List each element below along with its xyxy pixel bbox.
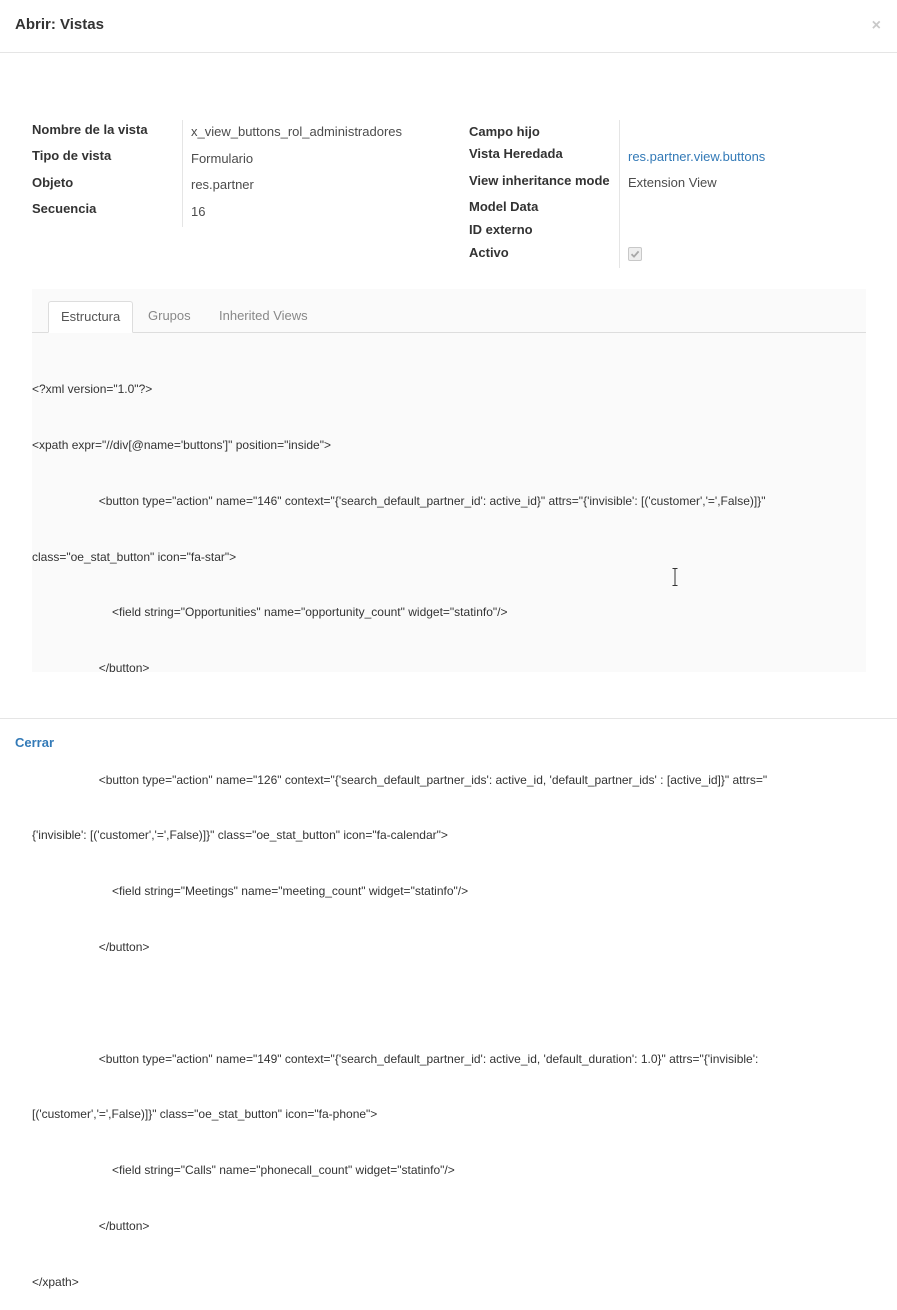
code-line: <field string="Opportunities" name="oppo… — [32, 605, 508, 620]
tab-estructura[interactable]: Estructura — [48, 301, 134, 333]
object-value[interactable]: res.partner — [191, 177, 254, 192]
tab-grupos[interactable]: Grupos — [136, 301, 203, 332]
code-line: </button> — [32, 661, 150, 676]
text-cursor-icon — [672, 568, 678, 586]
code-line: <button type="action" name="126" context… — [32, 772, 768, 787]
inherited-view-label: Vista Heredada — [469, 146, 563, 161]
code-line: class="oe_stat_button" icon="fa-star"> — [32, 549, 237, 564]
right-group-divider — [619, 120, 620, 268]
external-id-label: ID externo — [469, 222, 533, 237]
active-label: Activo — [469, 245, 509, 260]
code-line: </button> — [32, 940, 150, 954]
code-line: <field string="Meetings" name="meeting_c… — [32, 884, 469, 899]
code-line: <button type="action" name="146" context… — [32, 493, 766, 508]
modal-header: Abrir: Vistas × — [0, 0, 897, 53]
close-button[interactable]: Cerrar — [15, 735, 54, 750]
code-line: <button type="action" name="149" context… — [32, 1051, 759, 1066]
model-data-label: Model Data — [469, 199, 539, 214]
code-line: </button> — [32, 1218, 150, 1233]
sequence-label: Secuencia — [32, 201, 97, 216]
inherited-view-link[interactable]: res.partner.view.buttons — [628, 149, 765, 164]
close-icon[interactable]: × — [872, 18, 881, 34]
code-line: </xpath> — [32, 1274, 79, 1289]
view-type-label: Tipo de vista — [32, 148, 112, 163]
active-checkbox[interactable] — [628, 247, 642, 261]
left-group-divider — [182, 120, 183, 227]
sequence-value[interactable]: 16 — [191, 204, 205, 219]
child-field-label: Campo hijo — [469, 124, 540, 139]
code-line: [('customer','=',False)]}" class="oe_sta… — [32, 1107, 378, 1122]
arch-code-editor[interactable]: <?xml version="1.0"?> <xpath expr="//div… — [32, 343, 852, 1310]
view-name-label: Nombre de la vista — [32, 122, 148, 137]
view-name-value[interactable]: x_view_buttons_rol_administradores — [191, 124, 402, 139]
code-line: <?xml version="1.0"?> — [32, 382, 153, 397]
object-label: Objeto — [32, 175, 74, 190]
modal-footer: Cerrar — [0, 718, 897, 766]
code-line: <field string="Calls" name="phonecall_co… — [32, 1163, 455, 1178]
code-line: {'invisible': [('customer','=',False)]}"… — [32, 828, 448, 843]
tabs-border — [32, 332, 866, 333]
dialog-title: Abrir: Vistas — [15, 16, 104, 33]
tab-inherited-views[interactable]: Inherited Views — [207, 301, 320, 332]
view-type-value[interactable]: Formulario — [191, 151, 253, 166]
inheritance-mode-value[interactable]: Extension View — [628, 175, 717, 190]
inheritance-mode-label: View inheritance mode — [469, 173, 610, 188]
checkmark-icon — [630, 250, 640, 258]
code-line: <xpath expr="//div[@name='buttons']" pos… — [32, 437, 331, 452]
